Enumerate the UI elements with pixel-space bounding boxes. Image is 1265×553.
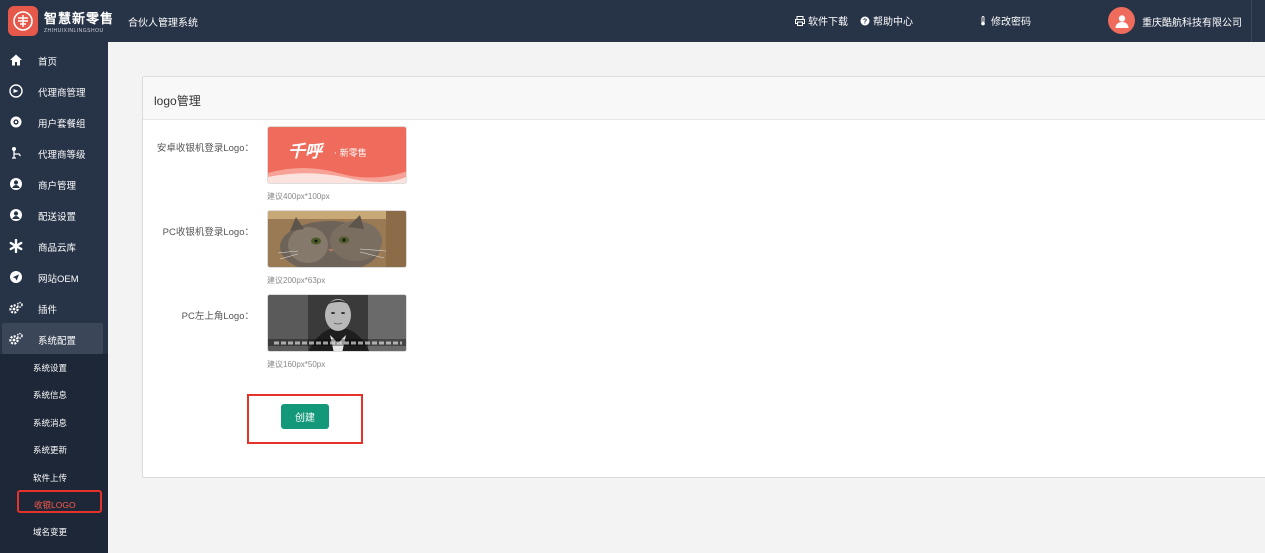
submenu-item-system-update[interactable]: 系统更新 [0, 436, 108, 463]
android-login-logo-hint: 建议400px*100px [267, 192, 330, 201]
level-icon [12, 147, 22, 159]
sidebar-item-agent-level[interactable]: 代理商等级 [0, 137, 108, 168]
sidebar-item-label: 用户套餐组 [38, 119, 86, 130]
pc-top-left-logo-label: PC左上角Logo： [181, 311, 254, 322]
panel-title: logo管理 [154, 94, 201, 108]
create-button[interactable]: 创建 [281, 404, 329, 429]
submenu-item-label: 系统设置 [33, 363, 68, 373]
brand-logo-icon[interactable] [8, 6, 38, 36]
cat-photo [268, 211, 406, 267]
qianhu-logo-text: 千呼 [288, 142, 325, 162]
sidebar-item-label: 系统配置 [38, 336, 77, 347]
sidebar-item-merchant-management[interactable]: 商户管理 [0, 168, 108, 199]
submenu-item-label: 系统消息 [33, 418, 68, 428]
submenu-item-system-messages[interactable]: 系统消息 [0, 409, 108, 436]
pc-top-left-logo-image[interactable] [267, 294, 407, 352]
user-avatar-icon[interactable] [1108, 7, 1135, 34]
sidebar-item-product-cloud[interactable]: 商品云库 [0, 230, 108, 261]
thermometer-icon [981, 15, 985, 25]
sidebar-item-delivery-settings[interactable]: 配送设置 [0, 199, 108, 230]
sidebar-item-label: 网站OEM [38, 274, 79, 285]
printer-icon [795, 15, 805, 26]
brand-subtitle: ZHIHUIXINLINGSHOU [44, 28, 104, 34]
sidebar-item-label: 配送设置 [38, 212, 77, 223]
system-title: 合伙人管理系统 [128, 18, 198, 29]
sidebar-item-agent-management[interactable]: 代理商管理 [0, 75, 108, 106]
sidebar-item-label: 代理商管理 [38, 88, 86, 99]
submenu-item-domain-change[interactable]: 域名变更 [0, 518, 108, 545]
submenu-item-software-upload[interactable]: 软件上传 [0, 464, 108, 491]
change-password-link[interactable]: 修改密码 [978, 13, 1031, 28]
help-center-label: 帮助中心 [873, 17, 913, 28]
man-portrait-photo [268, 295, 406, 351]
send-icon [10, 271, 22, 283]
sidebar-item-label: 首页 [38, 57, 58, 68]
submenu-item-system-info[interactable]: 系统信息 [0, 381, 108, 408]
submenu-item-label: 域名变更 [33, 527, 68, 537]
sidebar-item-label: 代理商等级 [38, 150, 86, 161]
package-icon [10, 116, 22, 128]
header-divider [1251, 0, 1252, 42]
software-download-link[interactable]: 软件下载 [795, 13, 848, 28]
agent-icon [9, 84, 23, 98]
pc-login-logo-hint: 建议200px*63px [267, 276, 326, 285]
question-circle-icon: ? [860, 16, 870, 25]
sidebar-item-user-package-group[interactable]: 用户套餐组 [0, 106, 108, 137]
sidebar-item-label: 商品云库 [38, 243, 77, 254]
brand-name: 智慧新零售 [44, 11, 115, 26]
plugin-gear-icon [9, 301, 23, 314]
submenu-item-label: 系统信息 [33, 390, 68, 400]
help-center-link[interactable]: ? 帮助中心 [860, 13, 913, 28]
android-login-logo-label: 安卓收银机登录Logo： [156, 143, 254, 154]
submenu-item-label: 软件上传 [33, 473, 68, 483]
cloud-icon [9, 239, 23, 253]
settings-gear-icon [9, 332, 23, 345]
current-submenu-highlight [17, 490, 102, 513]
home-icon [10, 54, 22, 66]
submenu-item-label: 系统更新 [33, 445, 68, 455]
merchant-icon [10, 178, 22, 190]
pc-login-logo-label: PC收银机登录Logo： [162, 227, 254, 238]
pc-top-left-logo-hint: 建议160px*50px [267, 360, 326, 369]
sidebar-item-plugins[interactable]: 插件 [0, 292, 108, 323]
sidebar-item-website-oem[interactable]: 网站OEM [0, 261, 108, 292]
qianhu-logo-subtext: · 新零售 [334, 147, 367, 159]
submenu-item-system-settings[interactable]: 系统设置 [0, 354, 108, 381]
panel-header: logo管理 [143, 77, 1265, 120]
sidebar-item-home[interactable]: 首页 [0, 44, 108, 75]
pc-login-logo-image[interactable] [267, 210, 407, 268]
brand: 智慧新零售 ZHIHUIXINLINGSHOU [44, 8, 114, 34]
sidebar-item-system-config[interactable]: 系统配置 [2, 323, 103, 354]
sidebar: 首页 代理商管理 用户套餐组 代理商等级 商户管理 配送设置 商品云库 网站OE… [0, 42, 108, 553]
delivery-icon [10, 209, 22, 221]
android-login-logo-image[interactable]: 千呼 · 新零售 [267, 126, 407, 184]
sidebar-item-label: 商户管理 [38, 181, 77, 192]
svg-text:?: ? [863, 18, 867, 25]
sidebar-item-label: 插件 [38, 305, 58, 316]
top-bar: 智慧新零售 ZHIHUIXINLINGSHOU 合伙人管理系统 软件下载 ? 帮… [0, 0, 1265, 42]
company-name[interactable]: 重庆酷航科技有限公司 [1142, 14, 1242, 29]
logo-management-panel: logo管理 安卓收银机登录Logo： 千呼 · 新零售 建议400px*100… [142, 76, 1265, 478]
system-config-submenu: 系统设置 系统信息 系统消息 系统更新 软件上传 收银LOGO 域名变更 [0, 354, 108, 553]
software-download-label: 软件下载 [808, 17, 848, 28]
change-password-label: 修改密码 [991, 17, 1031, 28]
